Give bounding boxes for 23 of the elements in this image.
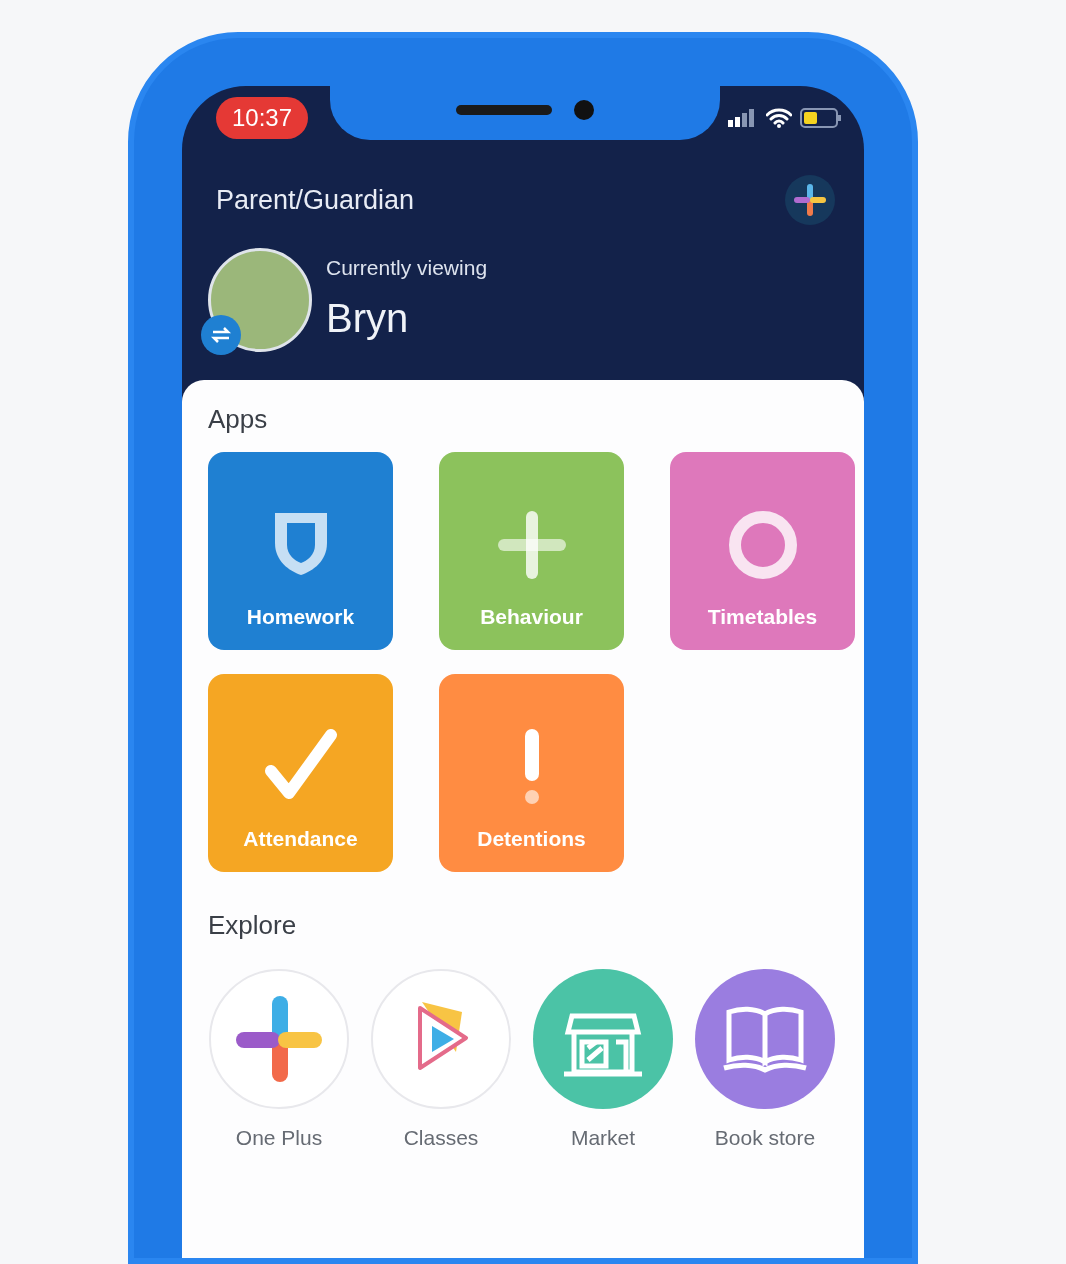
explore-label: Classes <box>403 1125 479 1151</box>
explore-label: One Plus <box>235 1125 323 1151</box>
app-tile[interactable]: Behaviour <box>439 452 624 650</box>
explore-label: Market <box>570 1125 636 1151</box>
viewing-label: Currently viewing <box>326 255 488 282</box>
status-time: 10:37 <box>216 97 309 139</box>
app-tile[interactable]: Attendance <box>208 674 393 872</box>
section-heading: Apps <box>208 406 269 432</box>
student-name: Bryn <box>326 294 410 342</box>
section-heading: Explore <box>208 912 298 938</box>
exclamation-icon <box>524 726 539 807</box>
explore-label: Book store <box>714 1125 816 1151</box>
app-tile[interactable]: Detentions <box>439 674 624 872</box>
wifi-icon <box>766 108 792 128</box>
switch-icon[interactable] <box>200 314 242 356</box>
add-button[interactable] <box>784 174 836 226</box>
role-title: Parent/Guardian <box>216 183 415 217</box>
battery-icon <box>800 108 842 128</box>
cross-icon[interactable] <box>208 968 350 1110</box>
app-tile[interactable]: Homework <box>208 452 393 650</box>
app-tile[interactable]: Timetables <box>670 452 855 650</box>
book-icon[interactable] <box>694 968 836 1110</box>
play-icon[interactable] <box>370 968 512 1110</box>
